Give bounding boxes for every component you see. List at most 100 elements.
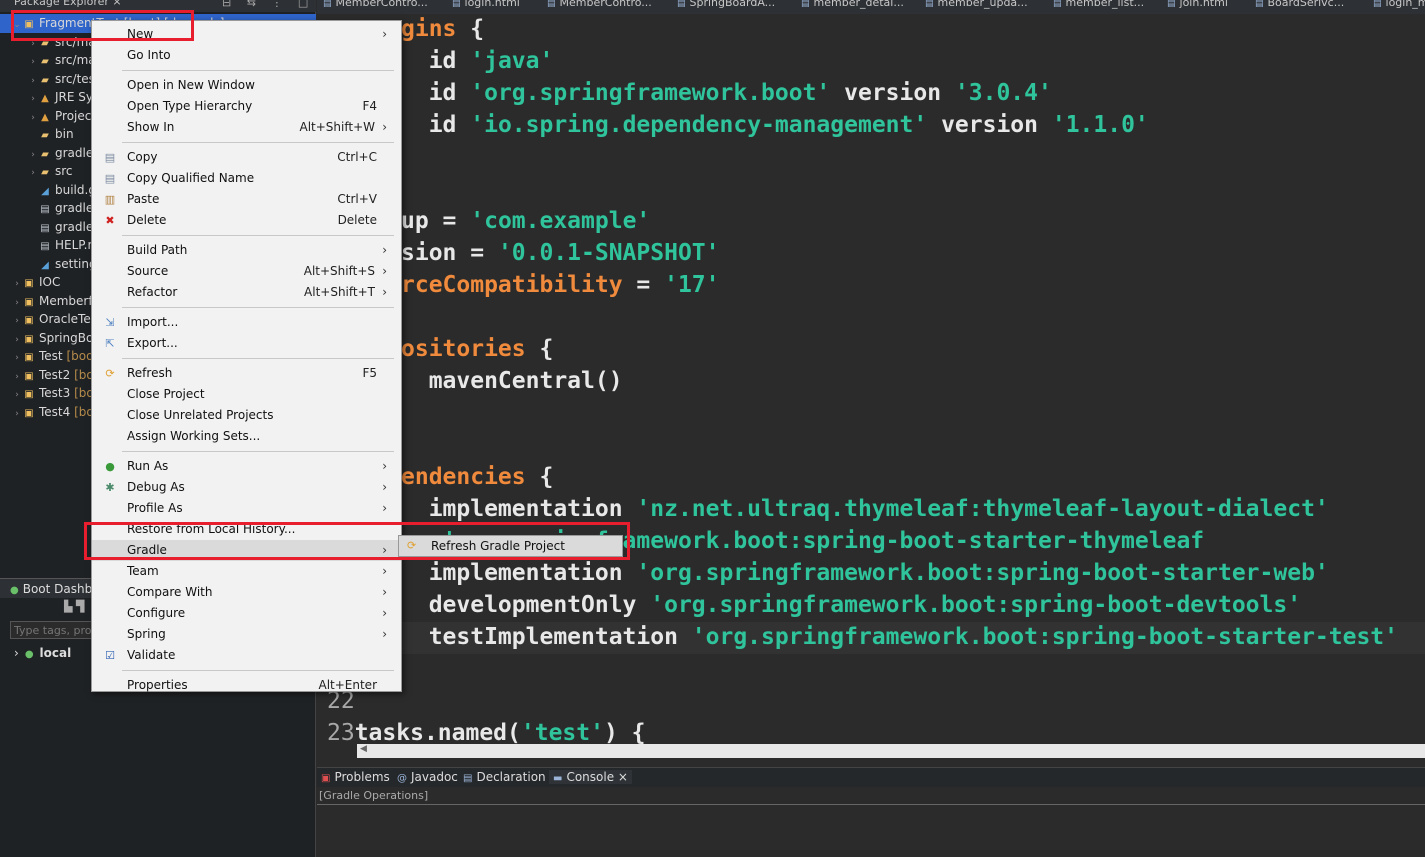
menu-item-label: Team (127, 564, 159, 578)
tree-item-label: Test2 (39, 367, 75, 382)
menu-item-copy-qualified-name[interactable]: ▤ Copy Qualified Name (92, 168, 401, 189)
editor-tab[interactable]: ▤ login.html (452, 0, 520, 9)
code-line: implementation 'org.springframework.boot… (401, 560, 1329, 592)
boot-dashboard-toolbar[interactable]: ▙ ▜ (64, 600, 84, 613)
editor-horizontal-scrollbar[interactable]: ◀ (357, 744, 1425, 758)
bottom-tab-label: Problems (334, 770, 390, 784)
menu-item-compare-with[interactable]: Compare With › (92, 582, 401, 603)
code-token: 'org.springframework.boot:spring-boot-st… (636, 560, 1329, 586)
menu-item-assign-working-sets[interactable]: Assign Working Sets... (92, 426, 401, 447)
editor-tab[interactable]: ▤ login_m (1373, 0, 1425, 9)
editor-tab[interactable]: ▤ SpringBoardA... (677, 0, 775, 9)
delete-icon: ✖ (105, 214, 115, 227)
editor-tab[interactable]: ▤ member_upda... (925, 0, 1028, 9)
menu-item-validate[interactable]: ☑ Validate (92, 645, 401, 666)
code-token: testImplementation (401, 624, 692, 650)
submenu-arrow-icon: › (382, 459, 387, 473)
menu-item-export[interactable]: ⇱ Export... (92, 333, 401, 354)
menu-item-close-unrelated-projects[interactable]: Close Unrelated Projects (92, 405, 401, 426)
tree-item-label: Test (39, 349, 67, 363)
menu-item-profile-as[interactable]: Profile As › (92, 498, 401, 519)
file-icon: ▤ (1373, 0, 1382, 9)
menu-item-label: Build Path (127, 243, 188, 257)
code-token: 'java' (470, 48, 554, 74)
editor-tab[interactable]: ▤ member_detai... (801, 0, 904, 9)
bottom-tab-javadoc[interactable]: @ Javadoc (397, 770, 458, 784)
boot-dashboard-tab[interactable]: ● Boot Dashb (10, 582, 92, 596)
menu-item-configure[interactable]: Configure › (92, 603, 401, 624)
bottom-tab-console[interactable]: ▬ Console × (549, 770, 632, 784)
gradle-menu-highlight-box (84, 522, 630, 560)
code-editor[interactable]: gins { id 'java' id 'org.springframework… (317, 14, 1425, 756)
code-token: ositories (401, 336, 526, 362)
editor-tab-label: BoardSerivc... (1267, 0, 1345, 9)
menu-item-team[interactable]: Team › (92, 561, 401, 582)
menu-item-label: Compare With (127, 585, 213, 599)
submenu-arrow-icon: › (382, 264, 387, 278)
submenu-arrow-icon: › (382, 120, 387, 134)
package-explorer-toolbar[interactable]: ⊟ ⇆ ⋮ □ (222, 0, 314, 9)
menu-item-close-project[interactable]: Close Project (92, 384, 401, 405)
menu-separator (122, 235, 394, 236)
file-icon: ▤ (677, 0, 686, 9)
menu-item-refresh[interactable]: ⟳ Refresh F5 (92, 363, 401, 384)
file-icon: ▤ (1053, 0, 1062, 9)
bottom-tab-declaration[interactable]: ▤ Declaration (463, 770, 546, 784)
menu-item-copy[interactable]: ▤ Copy Ctrl+C (92, 147, 401, 168)
refresh-icon: ⟳ (105, 367, 115, 380)
code-line: sion = '0.0.1-SNAPSHOT' (401, 240, 720, 272)
editor-tab-label: join.html (1179, 0, 1228, 9)
submenu-arrow-icon: › (382, 243, 387, 257)
code-token: up = (401, 208, 471, 234)
code-token: id (401, 48, 471, 74)
tree-item-label: OracleTe (39, 312, 91, 326)
menu-item-shortcut: Delete (337, 213, 377, 227)
console-icon: ▬ (553, 773, 563, 784)
code-line: id 'java' (401, 48, 554, 80)
menu-item-label: Copy Qualified Name (127, 171, 255, 185)
console-divider (317, 804, 1425, 805)
menu-item-build-path[interactable]: Build Path › (92, 240, 401, 261)
scroll-left-icon[interactable]: ◀ (360, 744, 367, 754)
menu-item-go-into[interactable]: Go Into (92, 45, 401, 66)
code-token: 'nz.net.ultraq.thymeleaf:thymeleaf-layou… (636, 496, 1329, 522)
menu-item-open-in-new-window[interactable]: Open in New Window (92, 75, 401, 96)
expand-toggle-icon[interactable]: › (12, 405, 22, 424)
editor-tab[interactable]: ▤ join.html (1167, 0, 1228, 9)
menu-item-source[interactable]: Source Alt+Shift+S › (92, 261, 401, 282)
bottom-tab-problems[interactable]: ▣ Problems (321, 770, 390, 784)
editor-tab[interactable]: ▤ BoardSerivc... (1255, 0, 1344, 9)
menu-item-label: Go Into (127, 48, 171, 62)
tree-item-label: gradle (55, 219, 94, 234)
code-token: developmentOnly (401, 592, 651, 618)
copy-icon: ▤ (104, 151, 116, 164)
menu-item-refactor[interactable]: Refactor Alt+Shift+T › (92, 282, 401, 303)
menu-item-label: Source (127, 264, 169, 278)
tree-item-label: Test4 (39, 404, 75, 419)
menu-item-run-as[interactable]: ● Run As › (92, 456, 401, 477)
editor-tab[interactable]: ▤ MemberContro... (547, 0, 652, 9)
submenu-arrow-icon: › (382, 627, 387, 641)
code-token: ) { (603, 720, 646, 746)
menu-item-open-type-hierarchy[interactable]: Open Type Hierarchy F4 (92, 96, 401, 117)
editor-tab[interactable]: ▤ MemberContro... (323, 0, 428, 9)
menu-item-properties[interactable]: Properties Alt+Enter (92, 675, 401, 696)
menu-item-label: Refresh (127, 366, 173, 380)
bottom-tab-label: Console × (566, 770, 628, 784)
menu-item-label: Import... (127, 315, 179, 329)
console-view[interactable]: [Gradle Operations] (317, 788, 1425, 857)
menu-item-delete[interactable]: ✖ Delete Delete (92, 210, 401, 231)
menu-item-show-in[interactable]: Show In Alt+Shift+W › (92, 117, 401, 138)
editor-tab-label: member_upda... (937, 0, 1028, 9)
menu-item-spring[interactable]: Spring › (92, 624, 401, 645)
boot-dashboard-local-item[interactable]: › ● local (14, 646, 71, 660)
menu-item-import[interactable]: ⇲ Import... (92, 312, 401, 333)
menu-item-label: Spring (127, 627, 166, 641)
code-token: { (525, 336, 554, 362)
code-line: developmentOnly 'org.springframework.boo… (401, 592, 1301, 624)
package-explorer-tab[interactable]: Package Explorer × (14, 0, 122, 8)
chevron-right-icon[interactable]: › (14, 646, 19, 660)
menu-item-paste[interactable]: ▥ Paste Ctrl+V (92, 189, 401, 210)
menu-item-debug-as[interactable]: ✱ Debug As › (92, 477, 401, 498)
editor-tab[interactable]: ▤ member_list... (1053, 0, 1144, 9)
